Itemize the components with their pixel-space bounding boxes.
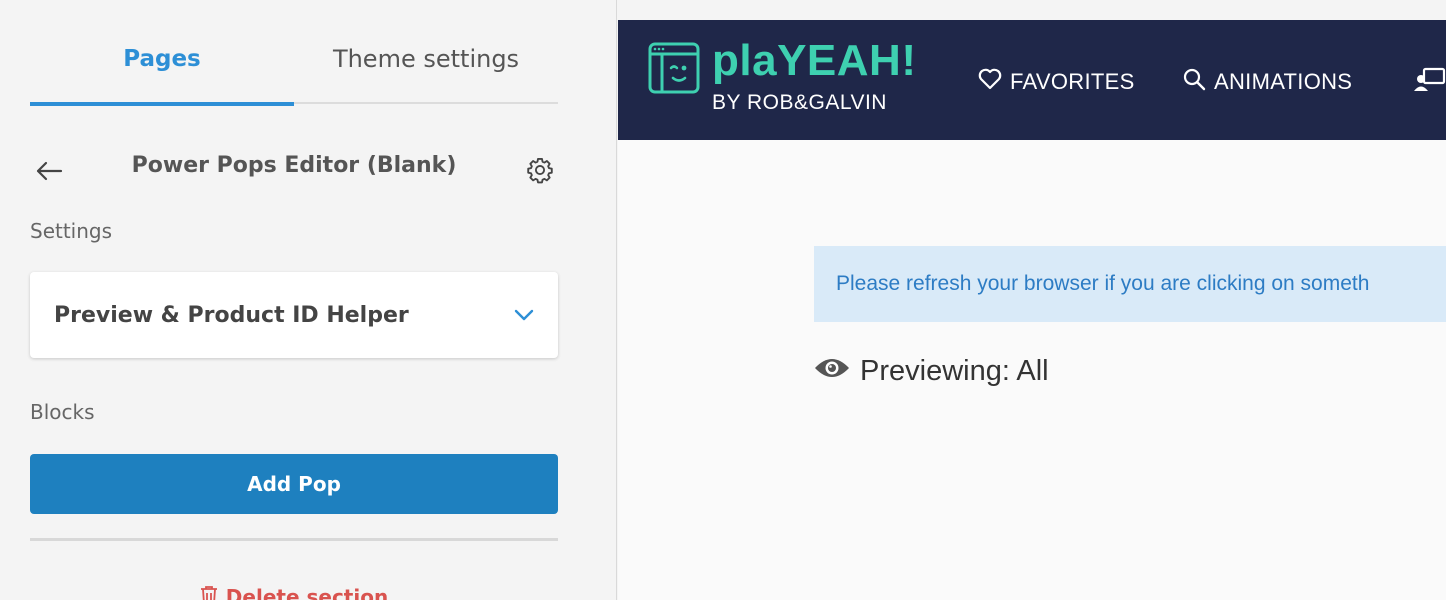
blocks-label: Blocks [30, 400, 95, 424]
previewing-label: Previewing: All [860, 354, 1049, 387]
nav-favorites-label: FAVORITES [1010, 69, 1135, 94]
editor-sidebar: Pages Theme settings Power Pops Editor (… [0, 0, 617, 600]
accordion-label: Preview & Product ID Helper [54, 302, 409, 328]
nav-animations[interactable]: ANIMATIONS [1182, 67, 1352, 97]
chevron-down-icon [514, 306, 534, 325]
previewing-status: Previewing: All [814, 353, 1049, 389]
divider [30, 538, 558, 541]
nav-account[interactable] [1414, 67, 1446, 97]
site-logo[interactable]: plaYEAH! BY ROB&GALVIN [648, 36, 938, 122]
nav-favorites[interactable]: FAVORITES [978, 67, 1135, 97]
eye-icon [814, 355, 850, 388]
logo-subtitle: BY ROB&GALVIN [712, 91, 887, 114]
nav-animations-label: ANIMATIONS [1214, 69, 1353, 94]
gear-icon[interactable] [524, 154, 556, 186]
user-monitor-icon [1414, 66, 1446, 98]
editor-tabs: Pages Theme settings [30, 30, 558, 106]
settings-label: Settings [30, 219, 113, 243]
site-header: plaYEAH! BY ROB&GALVIN FAVORITES ANIMATI… [618, 20, 1446, 140]
delete-section-button[interactable]: Delete section [30, 582, 558, 600]
search-icon [1182, 67, 1206, 97]
storefront-preview: plaYEAH! BY ROB&GALVIN FAVORITES ANIMATI… [618, 20, 1446, 600]
section-title: Power Pops Editor (Blank) [131, 153, 457, 178]
heart-icon [978, 68, 1002, 96]
trash-icon [200, 585, 218, 600]
preview-helper-accordion[interactable]: Preview & Product ID Helper [30, 272, 558, 358]
refresh-notice: Please refresh your browser if you are c… [814, 246, 1446, 322]
tab-pages[interactable]: Pages [30, 30, 294, 106]
delete-section-label: Delete section [225, 585, 389, 600]
logo-title: plaYEAH! [712, 36, 917, 85]
logo-face-icon [648, 42, 700, 94]
add-pop-button[interactable]: Add Pop [30, 454, 558, 514]
back-arrow-icon[interactable] [32, 154, 66, 188]
tab-theme-settings[interactable]: Theme settings [294, 30, 558, 104]
